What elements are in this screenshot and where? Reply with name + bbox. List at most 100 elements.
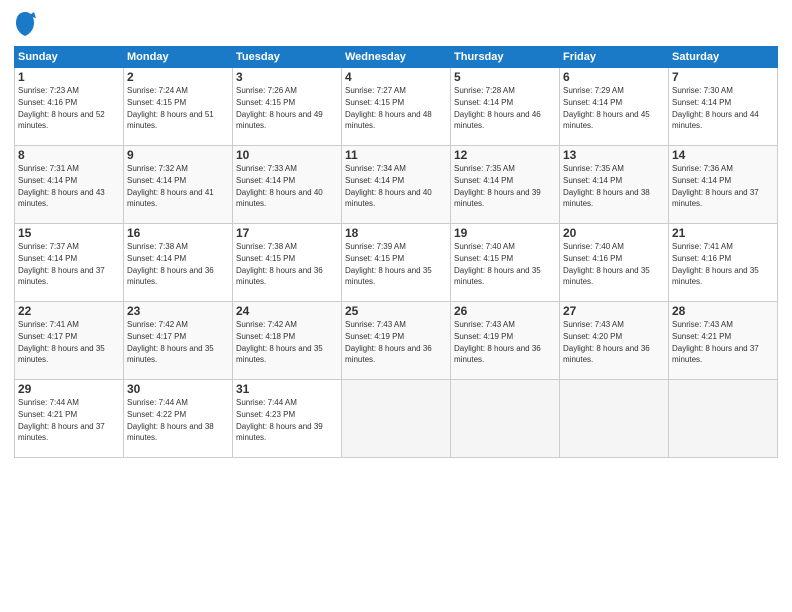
calendar-cell: 2 Sunrise: 7:24 AMSunset: 4:15 PMDaylight… <box>124 68 233 146</box>
calendar-cell: 25 Sunrise: 7:43 AMSunset: 4:19 PMDayligh… <box>342 302 451 380</box>
logo-icon <box>14 10 36 38</box>
calendar-cell: 12 Sunrise: 7:35 AMSunset: 4:14 PMDayligh… <box>451 146 560 224</box>
day-info: Sunrise: 7:38 AMSunset: 4:14 PMDaylight:… <box>127 242 214 286</box>
day-number: 21 <box>672 226 774 240</box>
day-number: 11 <box>345 148 447 162</box>
calendar-table: SundayMondayTuesdayWednesdayThursdayFrid… <box>14 46 778 458</box>
day-info: Sunrise: 7:43 AMSunset: 4:19 PMDaylight:… <box>345 320 432 364</box>
calendar-cell: 26Sunrise: 7:43 AMSunset: 4:19 PMDayligh… <box>451 302 560 380</box>
calendar-cell: 17 Sunrise: 7:38 AMSunset: 4:15 PMDayligh… <box>233 224 342 302</box>
calendar-cell: 31 Sunrise: 7:44 AMSunset: 4:23 PMDayligh… <box>233 380 342 458</box>
calendar-cell: 7Sunrise: 7:30 AMSunset: 4:14 PMDaylight… <box>669 68 778 146</box>
day-info: Sunrise: 7:44 AMSunset: 4:22 PMDaylight:… <box>127 398 214 442</box>
day-info: Sunrise: 7:28 AMSunset: 4:14 PMDaylight:… <box>454 86 541 130</box>
calendar-cell: 24 Sunrise: 7:42 AMSunset: 4:18 PMDayligh… <box>233 302 342 380</box>
calendar-cell: 19 Sunrise: 7:40 AMSunset: 4:15 PMDayligh… <box>451 224 560 302</box>
day-number: 4 <box>345 70 447 84</box>
day-number: 25 <box>345 304 447 318</box>
day-info: Sunrise: 7:36 AMSunset: 4:14 PMDaylight:… <box>672 164 759 208</box>
day-info: Sunrise: 7:40 AMSunset: 4:15 PMDaylight:… <box>454 242 541 286</box>
day-number: 3 <box>236 70 338 84</box>
calendar-cell <box>560 380 669 458</box>
calendar-cell: 10 Sunrise: 7:33 AMSunset: 4:14 PMDayligh… <box>233 146 342 224</box>
day-info: Sunrise: 7:38 AMSunset: 4:15 PMDaylight:… <box>236 242 323 286</box>
day-number: 16 <box>127 226 229 240</box>
calendar-cell: 6Sunrise: 7:29 AMSunset: 4:14 PMDaylight… <box>560 68 669 146</box>
calendar-cell: 30 Sunrise: 7:44 AMSunset: 4:22 PMDayligh… <box>124 380 233 458</box>
calendar-cell: 20 Sunrise: 7:40 AMSunset: 4:16 PMDayligh… <box>560 224 669 302</box>
calendar-cell <box>451 380 560 458</box>
day-number: 22 <box>18 304 120 318</box>
calendar-cell: 21 Sunrise: 7:41 AMSunset: 4:16 PMDayligh… <box>669 224 778 302</box>
calendar-week-2: 8Sunrise: 7:31 AMSunset: 4:14 PMDaylight… <box>15 146 778 224</box>
day-number: 29 <box>18 382 120 396</box>
calendar-cell: 1 Sunrise: 7:23 AMSunset: 4:16 PMDaylight… <box>15 68 124 146</box>
day-number: 9 <box>127 148 229 162</box>
calendar-cell: 23 Sunrise: 7:42 AMSunset: 4:17 PMDayligh… <box>124 302 233 380</box>
day-number: 15 <box>18 226 120 240</box>
day-number: 10 <box>236 148 338 162</box>
day-header-wednesday: Wednesday <box>342 47 451 68</box>
day-number: 17 <box>236 226 338 240</box>
day-number: 18 <box>345 226 447 240</box>
calendar-week-5: 29 Sunrise: 7:44 AMSunset: 4:21 PMDayligh… <box>15 380 778 458</box>
calendar-cell: 16 Sunrise: 7:38 AMSunset: 4:14 PMDayligh… <box>124 224 233 302</box>
day-header-thursday: Thursday <box>451 47 560 68</box>
calendar-cell: 5 Sunrise: 7:28 AMSunset: 4:14 PMDaylight… <box>451 68 560 146</box>
day-info: Sunrise: 7:43 AMSunset: 4:20 PMDaylight:… <box>563 320 650 364</box>
calendar-week-1: 1 Sunrise: 7:23 AMSunset: 4:16 PMDaylight… <box>15 68 778 146</box>
calendar-cell: 4 Sunrise: 7:27 AMSunset: 4:15 PMDaylight… <box>342 68 451 146</box>
day-number: 2 <box>127 70 229 84</box>
day-number: 7 <box>672 70 774 84</box>
day-info: Sunrise: 7:44 AMSunset: 4:21 PMDaylight:… <box>18 398 105 442</box>
day-info: Sunrise: 7:42 AMSunset: 4:17 PMDaylight:… <box>127 320 214 364</box>
day-number: 31 <box>236 382 338 396</box>
day-info: Sunrise: 7:35 AMSunset: 4:14 PMDaylight:… <box>454 164 541 208</box>
day-number: 24 <box>236 304 338 318</box>
calendar-cell: 15Sunrise: 7:37 AMSunset: 4:14 PMDayligh… <box>15 224 124 302</box>
calendar-container: SundayMondayTuesdayWednesdayThursdayFrid… <box>0 0 792 612</box>
day-info: Sunrise: 7:39 AMSunset: 4:15 PMDaylight:… <box>345 242 432 286</box>
calendar-cell: 14 Sunrise: 7:36 AMSunset: 4:14 PMDayligh… <box>669 146 778 224</box>
day-info: Sunrise: 7:40 AMSunset: 4:16 PMDaylight:… <box>563 242 650 286</box>
day-info: Sunrise: 7:42 AMSunset: 4:18 PMDaylight:… <box>236 320 323 364</box>
calendar-cell: 13Sunrise: 7:35 AMSunset: 4:14 PMDayligh… <box>560 146 669 224</box>
calendar-cell: 22Sunrise: 7:41 AMSunset: 4:17 PMDayligh… <box>15 302 124 380</box>
day-number: 19 <box>454 226 556 240</box>
calendar-cell: 28Sunrise: 7:43 AMSunset: 4:21 PMDayligh… <box>669 302 778 380</box>
day-info: Sunrise: 7:26 AMSunset: 4:15 PMDaylight:… <box>236 86 323 130</box>
day-info: Sunrise: 7:27 AMSunset: 4:15 PMDaylight:… <box>345 86 432 130</box>
day-header-tuesday: Tuesday <box>233 47 342 68</box>
day-number: 27 <box>563 304 665 318</box>
calendar-cell: 9 Sunrise: 7:32 AMSunset: 4:14 PMDaylight… <box>124 146 233 224</box>
day-number: 13 <box>563 148 665 162</box>
day-header-monday: Monday <box>124 47 233 68</box>
day-header-sunday: Sunday <box>15 47 124 68</box>
calendar-header-row: SundayMondayTuesdayWednesdayThursdayFrid… <box>15 47 778 68</box>
day-number: 23 <box>127 304 229 318</box>
day-number: 8 <box>18 148 120 162</box>
day-number: 1 <box>18 70 120 84</box>
logo <box>14 10 39 38</box>
day-info: Sunrise: 7:23 AMSunset: 4:16 PMDaylight:… <box>18 86 105 130</box>
day-number: 14 <box>672 148 774 162</box>
day-info: Sunrise: 7:24 AMSunset: 4:15 PMDaylight:… <box>127 86 214 130</box>
calendar-cell: 29 Sunrise: 7:44 AMSunset: 4:21 PMDayligh… <box>15 380 124 458</box>
calendar-week-3: 15Sunrise: 7:37 AMSunset: 4:14 PMDayligh… <box>15 224 778 302</box>
calendar-cell: 11 Sunrise: 7:34 AMSunset: 4:14 PMDayligh… <box>342 146 451 224</box>
day-number: 20 <box>563 226 665 240</box>
day-number: 30 <box>127 382 229 396</box>
calendar-body: 1 Sunrise: 7:23 AMSunset: 4:16 PMDaylight… <box>15 68 778 458</box>
day-info: Sunrise: 7:33 AMSunset: 4:14 PMDaylight:… <box>236 164 323 208</box>
day-info: Sunrise: 7:34 AMSunset: 4:14 PMDaylight:… <box>345 164 432 208</box>
calendar-cell <box>342 380 451 458</box>
day-info: Sunrise: 7:32 AMSunset: 4:14 PMDaylight:… <box>127 164 214 208</box>
day-number: 28 <box>672 304 774 318</box>
day-number: 5 <box>454 70 556 84</box>
calendar-cell: 8Sunrise: 7:31 AMSunset: 4:14 PMDaylight… <box>15 146 124 224</box>
day-number: 12 <box>454 148 556 162</box>
day-info: Sunrise: 7:44 AMSunset: 4:23 PMDaylight:… <box>236 398 323 442</box>
calendar-cell <box>669 380 778 458</box>
day-number: 6 <box>563 70 665 84</box>
day-info: Sunrise: 7:41 AMSunset: 4:16 PMDaylight:… <box>672 242 759 286</box>
